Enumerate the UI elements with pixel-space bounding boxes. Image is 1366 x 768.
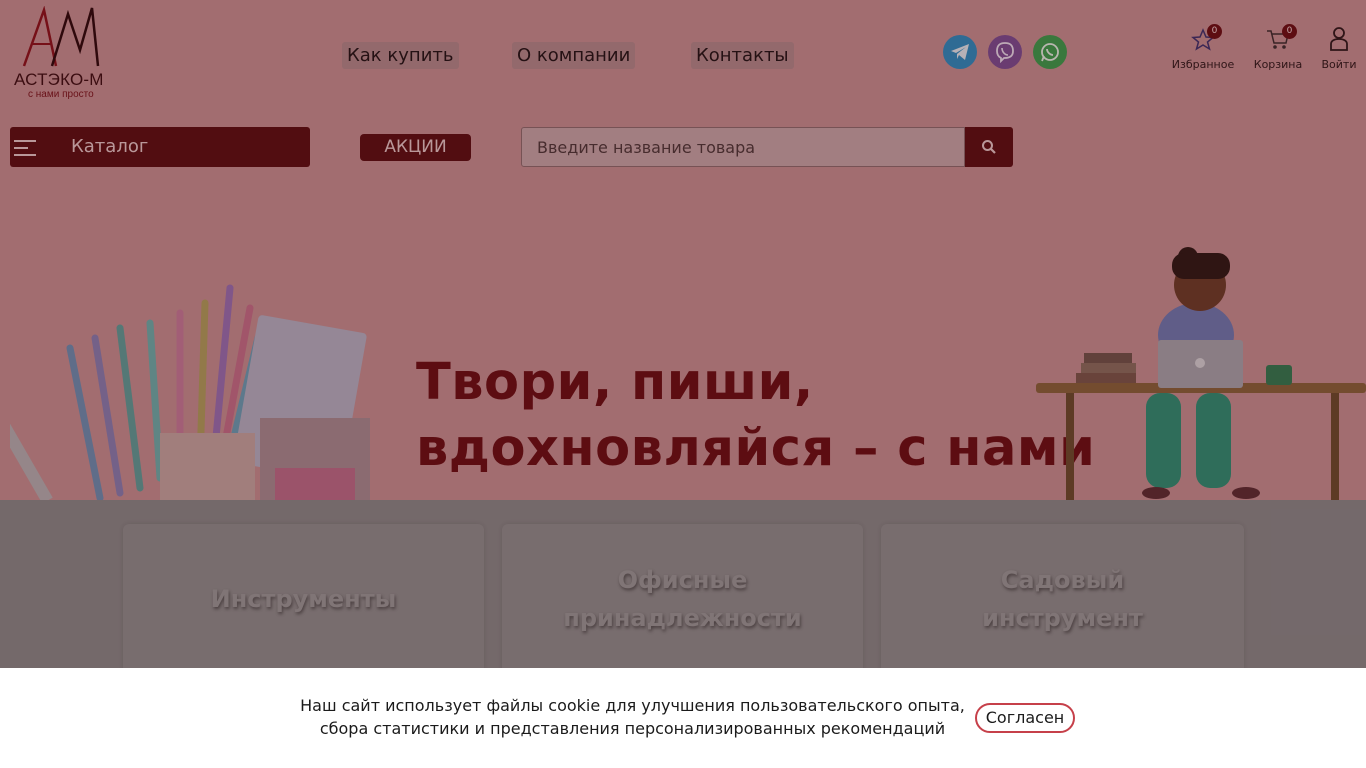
category-label: Офисные принадлежности	[563, 566, 802, 632]
category-label: Садовый инструмент	[982, 566, 1143, 632]
header: АСТЭКО-М с нами просто Как купить О комп…	[0, 0, 1366, 500]
category-card-tools[interactable]: Инструменты	[123, 524, 484, 674]
cookie-text: Наш сайт использует файлы cookie для улу…	[300, 696, 965, 738]
banner[interactable]: Твори, пиши, вдохновляйся – с нами	[0, 0, 1366, 500]
category-cards: Инструменты Офисные принадлежности Садов…	[0, 500, 1366, 674]
cookie-agree-button[interactable]: Согласен	[975, 703, 1075, 733]
category-card-office[interactable]: Офисные принадлежности	[502, 524, 863, 674]
cookie-banner: Наш сайт использует файлы cookie для улу…	[0, 668, 1366, 768]
person-at-desk-illustration	[1036, 247, 1366, 500]
category-card-garden[interactable]: Садовый инструмент	[881, 524, 1244, 674]
banner-title: Твори, пиши, вдохновляйся – с нами	[416, 353, 1096, 478]
stationery-illustration	[10, 284, 370, 500]
category-label: Инструменты	[210, 585, 397, 613]
